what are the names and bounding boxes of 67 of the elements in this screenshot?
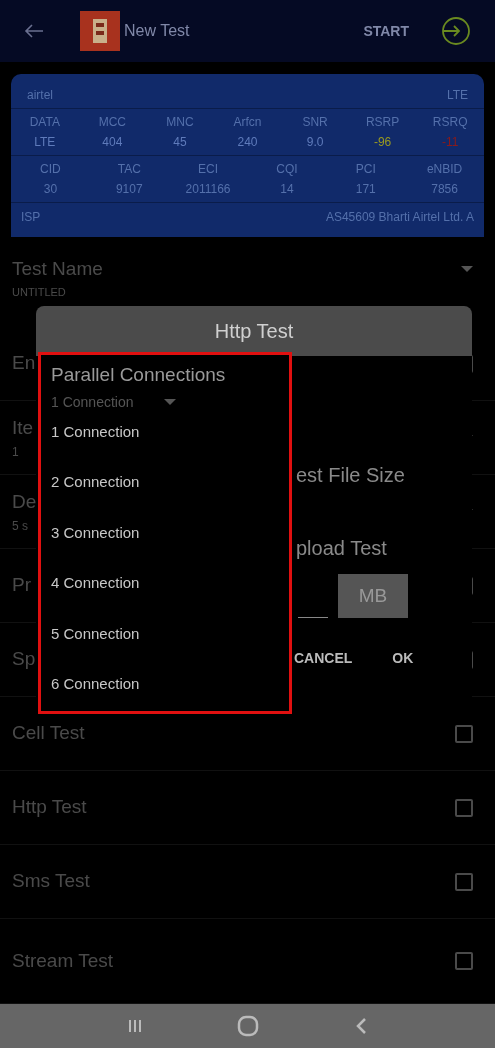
popup-label: Parallel Connections — [51, 363, 227, 387]
metric-label: MCC — [97, 114, 127, 131]
metric-value: 9.0 — [305, 134, 325, 151]
checkbox[interactable] — [455, 872, 473, 891]
dialog-button[interactable]: CANCEL — [294, 648, 353, 669]
connection-option[interactable]: 3 Connection — [51, 521, 140, 544]
field-label: Test Name — [12, 257, 103, 281]
field-value: UNTITLED — [12, 284, 67, 300]
metric-value: -11 — [440, 134, 460, 151]
start-button[interactable]: START — [363, 20, 409, 42]
dialog-title: Http Test — [214, 319, 294, 344]
app-logo-icon — [80, 11, 120, 51]
metric-value: -96 — [372, 134, 393, 151]
back-arrow-icon[interactable] — [24, 23, 44, 39]
metric-value: 240 — [236, 134, 259, 151]
operator-name: airtel — [27, 87, 53, 104]
isp-value: AS45609 Bharti Airtel Ltd. A — [325, 209, 474, 226]
metric-value: 171 — [354, 181, 377, 198]
isp-label: ISP — [21, 209, 41, 226]
network-type: LTE — [446, 87, 468, 104]
dialog-button[interactable]: OK — [392, 648, 414, 669]
metric-label: SNR — [301, 114, 329, 131]
metric-value: LTE — [33, 134, 57, 151]
metric-label: DATA — [28, 114, 61, 131]
setting-label: Ite — [12, 416, 34, 441]
setting-label: Cell Test — [12, 721, 85, 746]
metric-label: Arfcn — [232, 114, 263, 131]
metric-value: 30 — [42, 181, 59, 198]
checkbox[interactable] — [455, 952, 473, 970]
metric-label: MNC — [165, 114, 195, 131]
connection-option[interactable]: 6 Connection — [51, 673, 140, 696]
metric-value: 7856 — [430, 181, 459, 198]
setting-value: 1 — [12, 443, 20, 461]
file-size-label: est File Size — [296, 463, 405, 488]
metric-value: 9107 — [114, 181, 144, 198]
screen-title: New Test — [124, 21, 190, 41]
metric-label: CID — [39, 161, 62, 178]
metric-value: 404 — [101, 134, 124, 151]
home-icon[interactable] — [237, 1015, 260, 1037]
setting-label: Pr — [12, 573, 31, 598]
setting-label: Sms Test — [12, 869, 90, 894]
metric-label: TAC — [116, 161, 142, 178]
recent-apps-icon[interactable] — [127, 1018, 144, 1034]
metric-label: RSRQ — [431, 114, 469, 131]
connection-option[interactable]: 1 Connection — [51, 420, 140, 443]
setting-label: Sp — [12, 647, 36, 672]
setting-label: Stream Test — [12, 948, 114, 973]
metric-label: eNBID — [425, 161, 464, 178]
caret-icon — [163, 399, 176, 405]
metric-value: 14 — [279, 181, 295, 198]
metric-label: CQI — [275, 161, 299, 178]
setting-label: Http Test — [12, 795, 87, 820]
sign-in-icon[interactable] — [439, 15, 471, 47]
connection-option[interactable]: 4 Connection — [51, 572, 140, 595]
metric-label: ECI — [197, 161, 220, 178]
checkbox[interactable] — [455, 724, 473, 743]
metric-label: PCI — [354, 161, 377, 178]
setting-label: En — [12, 351, 36, 376]
checkbox[interactable] — [455, 798, 473, 817]
metric-value: 2011166 — [184, 181, 232, 198]
setting-label: De — [12, 490, 37, 515]
metric-value: 45 — [172, 134, 188, 151]
connection-option[interactable]: 2 Connection — [51, 471, 140, 494]
upload-test-label: pload Test — [296, 536, 387, 561]
connection-option[interactable]: 5 Connection — [51, 622, 140, 645]
metric-label: RSRP — [364, 114, 401, 131]
setting-value: 5 s — [12, 517, 29, 535]
